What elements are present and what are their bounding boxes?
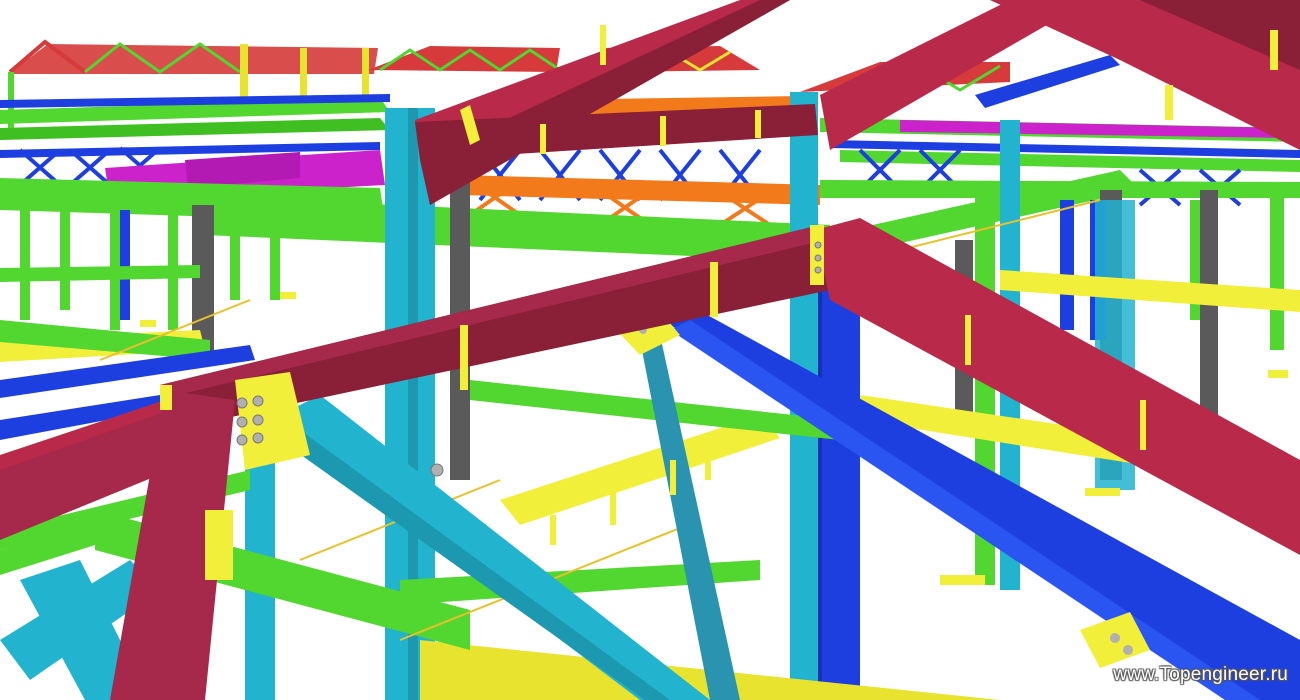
model-viewport: www.Topengineer.ru [0, 0, 1300, 700]
steel-structure-3d-model [0, 0, 1300, 700]
watermark-text: www.Topengineer.ru [1113, 664, 1288, 685]
